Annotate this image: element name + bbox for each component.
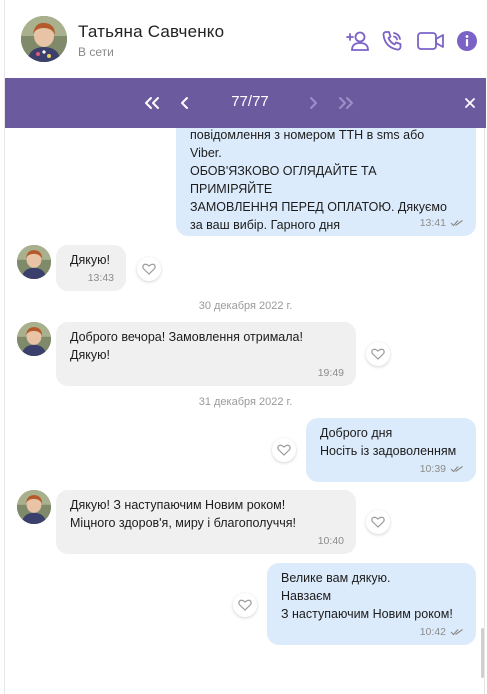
message-text: Дякую! [70,253,110,267]
search-result-counter: 77/77 [231,93,269,110]
first-result-button[interactable] [141,92,163,114]
message-time: 13:41 [419,217,446,229]
message-time: 13:43 [87,272,114,284]
info-icon[interactable] [454,28,480,54]
message-outgoing[interactable]: Доброго дня Носіть із задоволенням 10:39 [306,418,476,482]
like-icon[interactable] [233,593,257,617]
message-text: Велике вам дякую. Навзаєм З наступаючим … [281,571,453,621]
contact-status: В сети [78,45,114,59]
message-time: 19:49 [317,367,344,379]
date-separator: 31 декабря 2022 г. [198,396,293,408]
message-time: 10:39 [419,463,446,475]
like-icon[interactable] [272,438,296,462]
message-text: Дякую! З наступаючим Новим роком! Міцног… [70,498,296,530]
contact-name[interactable]: Татьяна Савченко [78,22,224,42]
phone-icon[interactable] [379,28,405,54]
message-list[interactable]: повідомлення з номером ТТН в sms або Vib… [5,128,486,694]
message-meta: 13:43 [88,269,114,287]
message-time: 10:42 [419,626,446,638]
chat-header: Татьяна Савченко В сети [5,0,486,78]
close-search-button[interactable] [461,92,479,114]
chat-window: Татьяна Савченко В сети 77/77 повідомлен… [4,0,486,694]
message-incoming[interactable]: Доброго вечора! Замовлення отримала! Дяк… [56,322,356,386]
message-text: Доброго дня Носіть із задоволенням [320,426,457,458]
search-navigation-bar: 77/77 [5,78,486,128]
message-meta: 10:39 [420,460,464,478]
message-meta: 10:40 [318,532,344,550]
scrollbar-thumb[interactable] [481,628,484,678]
last-result-button[interactable] [335,92,357,114]
next-result-button[interactable] [303,92,323,114]
message-incoming[interactable]: Дякую! 13:43 [56,245,126,291]
read-ticks-icon [450,629,463,636]
read-ticks-icon [450,220,463,227]
read-ticks-icon [450,466,463,473]
video-icon[interactable] [416,28,446,54]
previous-result-button[interactable] [175,92,195,114]
sender-avatar[interactable] [17,245,51,279]
message-meta: 10:42 [420,623,464,641]
date-separator: 30 декабря 2022 г. [198,300,293,312]
sender-avatar[interactable] [17,490,51,524]
like-icon[interactable] [366,510,390,534]
sender-avatar[interactable] [17,322,51,356]
like-icon[interactable] [137,257,161,281]
message-time: 10:40 [317,535,344,547]
message-outgoing[interactable]: Велике вам дякую. Навзаєм З наступаючим … [267,563,476,645]
message-meta: 13:41 [420,214,464,232]
like-icon[interactable] [366,342,390,366]
message-text: Доброго вечора! Замовлення отримала! Дяк… [70,330,303,362]
add-contact-icon[interactable] [345,28,371,54]
message-incoming[interactable]: Дякую! З наступаючим Новим роком! Міцног… [56,490,356,554]
message-outgoing[interactable]: повідомлення з номером ТТН в sms або Vib… [176,128,476,236]
contact-avatar[interactable] [21,16,67,62]
message-meta: 19:49 [318,364,344,382]
